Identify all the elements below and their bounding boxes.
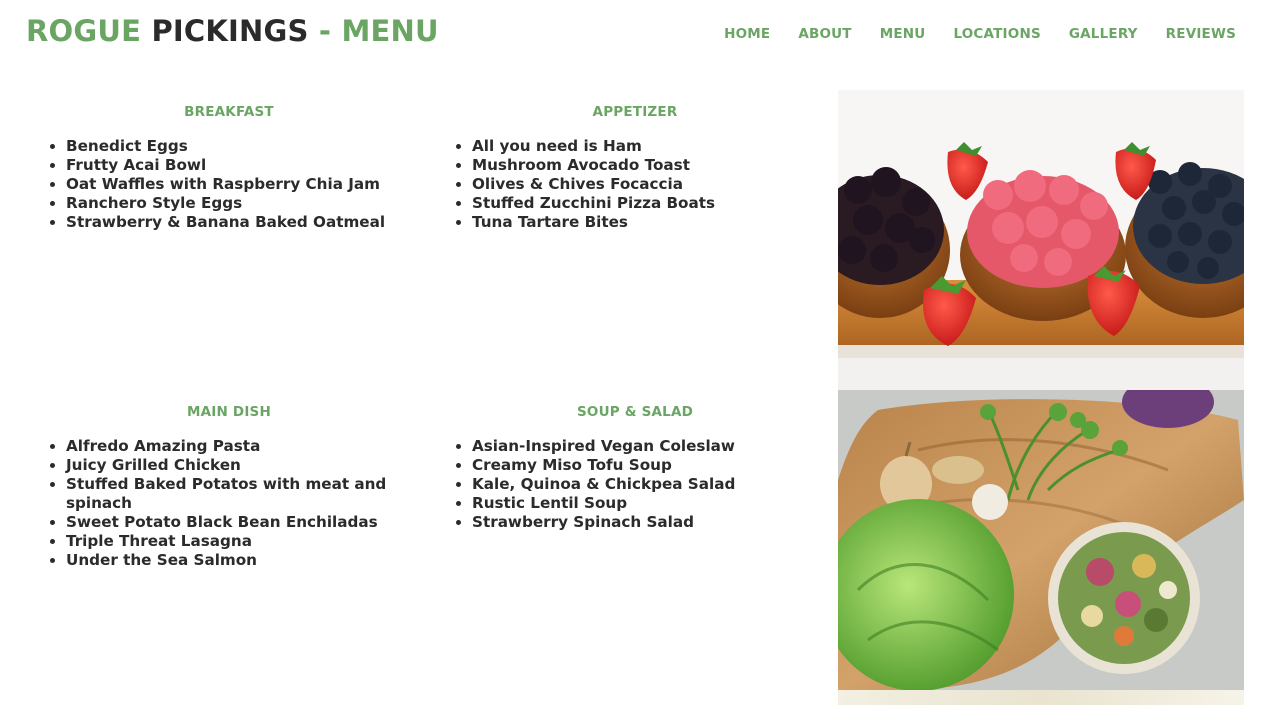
list-item: Stuffed Zucchini Pizza Boats <box>472 194 838 213</box>
site-header: ROGUE PICKINGS - MENU HOME ABOUT MENU LO… <box>0 0 1280 70</box>
main-nav: HOME ABOUT MENU LOCATIONS GALLERY REVIEW… <box>724 26 1236 42</box>
list-item: Rustic Lentil Soup <box>472 494 838 513</box>
logo-menu-suffix: - MENU <box>318 14 439 48</box>
list-item: All you need is Ham <box>472 137 838 156</box>
nav-gallery[interactable]: GALLERY <box>1069 26 1138 42</box>
menu-section-soup-salad: SOUP & SALAD Asian-Inspired Vegan Colesl… <box>432 404 838 532</box>
list-item: Sweet Potato Black Bean Enchiladas <box>66 513 392 532</box>
list-item: Ranchero Style Eggs <box>66 194 432 213</box>
soup-salad-list: Asian-Inspired Vegan Coleslaw Creamy Mis… <box>432 437 838 532</box>
food-photo-partial <box>838 690 1244 705</box>
list-item: Juicy Grilled Chicken <box>66 456 392 475</box>
nav-menu[interactable]: MENU <box>880 26 926 42</box>
section-title-appetizer: APPETIZER <box>592 104 678 120</box>
list-item: Asian-Inspired Vegan Coleslaw <box>472 437 838 456</box>
section-title-breakfast: BREAKFAST <box>184 104 274 120</box>
breakfast-list: Benedict Eggs Frutty Acai Bowl Oat Waffl… <box>26 137 432 232</box>
list-item: Oat Waffles with Raspberry Chia Jam <box>66 175 432 194</box>
menu-section-breakfast: BREAKFAST Benedict Eggs Frutty Acai Bowl… <box>26 104 432 232</box>
berries-illustration <box>838 90 1244 390</box>
list-item: Frutty Acai Bowl <box>66 156 432 175</box>
list-item: Creamy Miso Tofu Soup <box>472 456 838 475</box>
nav-locations[interactable]: LOCATIONS <box>953 26 1040 42</box>
list-item: Triple Threat Lasagna <box>66 532 392 551</box>
section-title-main-dish: MAIN DISH <box>187 404 271 420</box>
nav-home[interactable]: HOME <box>724 26 770 42</box>
menu-section-main-dish: MAIN DISH Alfredo Amazing Pasta Juicy Gr… <box>26 404 432 570</box>
list-item: Strawberry & Banana Baked Oatmeal <box>66 213 432 232</box>
list-item: Under the Sea Salmon <box>66 551 392 570</box>
berries-photo <box>838 90 1244 390</box>
nav-about[interactable]: ABOUT <box>798 26 851 42</box>
logo-rogue: ROGUE <box>26 14 142 48</box>
salad-photo <box>838 390 1244 690</box>
list-item: Stuffed Baked Potatos with meat and spin… <box>66 475 392 513</box>
list-item: Benedict Eggs <box>66 137 432 156</box>
nav-reviews[interactable]: REVIEWS <box>1166 26 1236 42</box>
list-item: Mushroom Avocado Toast <box>472 156 838 175</box>
list-item: Olives & Chives Focaccia <box>472 175 838 194</box>
list-item: Alfredo Amazing Pasta <box>66 437 392 456</box>
main-dish-list: Alfredo Amazing Pasta Juicy Grilled Chic… <box>26 437 432 570</box>
logo-pickings: PICKINGS <box>151 14 309 48</box>
list-item: Strawberry Spinach Salad <box>472 513 838 532</box>
list-item: Kale, Quinoa & Chickpea Salad <box>472 475 838 494</box>
appetizer-list: All you need is Ham Mushroom Avocado Toa… <box>432 137 838 232</box>
site-logo[interactable]: ROGUE PICKINGS - MENU <box>26 14 439 48</box>
menu-section-appetizer: APPETIZER All you need is Ham Mushroom A… <box>432 104 838 232</box>
list-item: Tuna Tartare Bites <box>472 213 838 232</box>
salad-illustration <box>838 390 1244 690</box>
section-title-soup-salad: SOUP & SALAD <box>576 404 694 420</box>
